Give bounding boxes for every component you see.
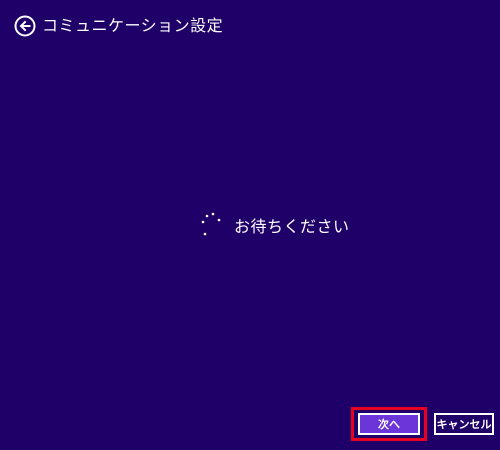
loading-spinner-icon	[200, 212, 224, 238]
header: コミュニケーション設定	[14, 14, 223, 38]
cancel-button[interactable]: キャンセル	[434, 413, 494, 435]
next-button[interactable]: 次へ	[358, 413, 420, 435]
loading-message: お待ちください	[234, 217, 350, 236]
page-title: コミュニケーション設定	[42, 16, 224, 35]
loading-indicator: お待ちください	[200, 212, 350, 238]
back-arrow-icon[interactable]	[14, 15, 36, 37]
